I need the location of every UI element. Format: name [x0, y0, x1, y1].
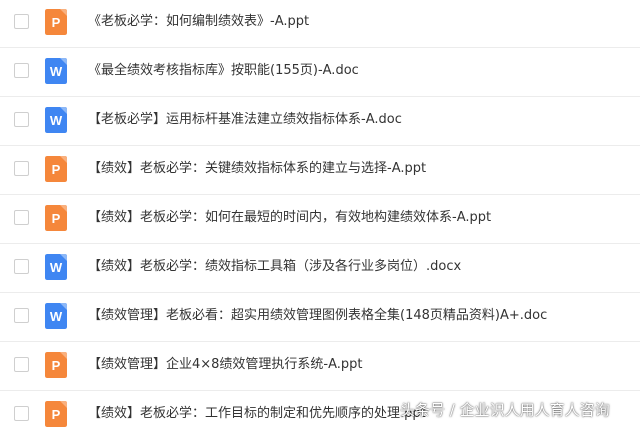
file-row[interactable]: W 【绩效管理】老板必看：超实用绩效管理图例表格全集(148页精品资料)A+.d… — [0, 293, 640, 342]
doc-icon: W — [45, 107, 67, 133]
file-row[interactable]: P 【绩效】老板必学：关键绩效指标体系的建立与选择-A.ppt — [0, 146, 640, 195]
file-name[interactable]: 【老板必学】运用标杆基准法建立绩效指标体系-A.doc — [88, 110, 402, 130]
svg-text:W: W — [50, 309, 63, 324]
svg-text:P: P — [52, 211, 61, 226]
ppt-icon: P — [45, 156, 67, 182]
ppt-icon: P — [45, 401, 67, 427]
doc-icon: W — [45, 303, 67, 329]
ppt-icon: P — [45, 9, 67, 35]
svg-text:W: W — [50, 260, 63, 275]
svg-text:P: P — [52, 162, 61, 177]
watermark: 头条号 / 企业识人用人育人咨询 — [400, 401, 610, 419]
svg-text:W: W — [50, 113, 63, 128]
doc-icon: W — [45, 58, 67, 84]
file-name[interactable]: 【绩效管理】老板必看：超实用绩效管理图例表格全集(148页精品资料)A+.doc — [88, 306, 547, 326]
svg-text:P: P — [52, 407, 61, 422]
ppt-icon: P — [45, 352, 67, 378]
file-name[interactable]: 【绩效管理】企业4×8绩效管理执行系统-A.ppt — [88, 355, 363, 375]
file-row[interactable]: P 【绩效管理】企业4×8绩效管理执行系统-A.ppt — [0, 342, 640, 391]
doc-icon: W — [45, 254, 67, 280]
file-name[interactable]: 【绩效】老板必学：工作目标的制定和优先顺序的处理.ppt — [88, 404, 426, 424]
row-checkbox[interactable] — [14, 63, 29, 78]
ppt-icon: P — [45, 205, 67, 231]
file-name[interactable]: 【绩效】老板必学：绩效指标工具箱（涉及各行业多岗位）.docx — [88, 257, 461, 277]
file-list: P 《老板必学：如何编制绩效表》-A.ppt W 《最全绩效考核指标库》按职能(… — [0, 0, 640, 427]
file-row[interactable]: P 《老板必学：如何编制绩效表》-A.ppt — [0, 0, 640, 48]
row-checkbox[interactable] — [14, 357, 29, 372]
row-checkbox[interactable] — [14, 406, 29, 421]
file-row[interactable]: W 《最全绩效考核指标库》按职能(155页)-A.doc — [0, 48, 640, 97]
file-name[interactable]: 《老板必学：如何编制绩效表》-A.ppt — [88, 12, 309, 32]
row-checkbox[interactable] — [14, 259, 29, 274]
row-checkbox[interactable] — [14, 210, 29, 225]
file-row[interactable]: P 【绩效】老板必学：如何在最短的时间内，有效地构建绩效体系-A.ppt — [0, 195, 640, 244]
svg-text:W: W — [50, 64, 63, 79]
row-checkbox[interactable] — [14, 161, 29, 176]
row-checkbox[interactable] — [14, 308, 29, 323]
svg-text:P: P — [52, 358, 61, 373]
row-checkbox[interactable] — [14, 14, 29, 29]
file-name[interactable]: 【绩效】老板必学：如何在最短的时间内，有效地构建绩效体系-A.ppt — [88, 208, 491, 228]
file-row[interactable]: W 【老板必学】运用标杆基准法建立绩效指标体系-A.doc — [0, 97, 640, 146]
svg-text:P: P — [52, 15, 61, 30]
file-name[interactable]: 【绩效】老板必学：关键绩效指标体系的建立与选择-A.ppt — [88, 159, 426, 179]
row-checkbox[interactable] — [14, 112, 29, 127]
file-row[interactable]: W 【绩效】老板必学：绩效指标工具箱（涉及各行业多岗位）.docx — [0, 244, 640, 293]
file-name[interactable]: 《最全绩效考核指标库》按职能(155页)-A.doc — [88, 61, 359, 81]
